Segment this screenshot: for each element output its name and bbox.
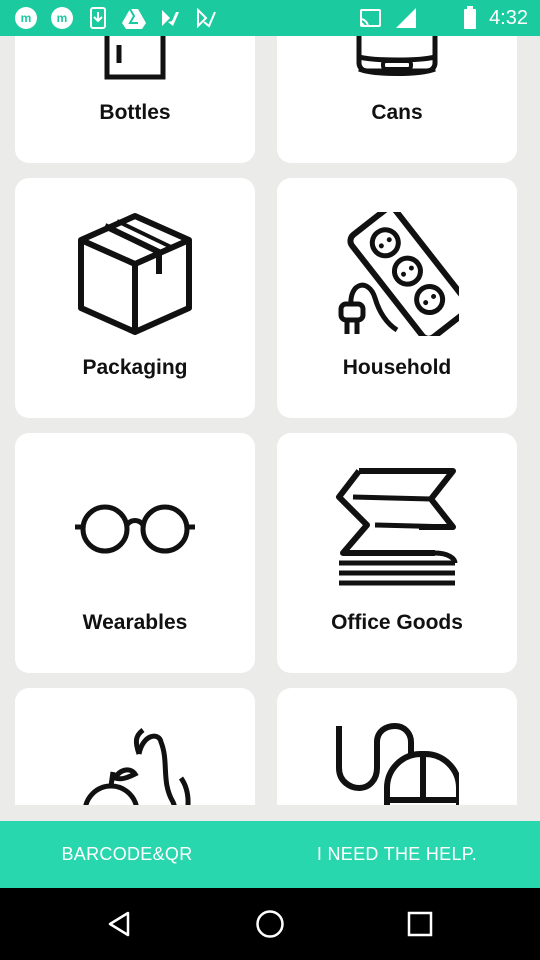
fruit-icon — [15, 722, 255, 805]
status-bar: m m 4:32 — [0, 0, 540, 36]
play-store-icon — [158, 6, 182, 30]
signal-icon — [394, 6, 418, 30]
category-card-electronics[interactable] — [277, 688, 517, 805]
battery-icon — [458, 6, 482, 30]
mouse-icon — [277, 722, 517, 805]
barcode-qr-button[interactable]: BARCODE&QR — [0, 821, 254, 888]
recents-icon[interactable] — [400, 904, 440, 944]
category-card-office-goods[interactable]: Office Goods — [277, 433, 517, 673]
glasses-icon — [15, 467, 255, 591]
power-strip-icon — [277, 212, 517, 336]
clock: 4:32 — [489, 7, 528, 29]
download-icon — [86, 6, 110, 30]
bottom-action-bar: BARCODE&QR I NEED THE HELP. — [0, 821, 540, 888]
can-icon — [277, 36, 517, 81]
bottle-icon — [15, 36, 255, 81]
box-icon — [15, 212, 255, 336]
category-label-wearables: Wearables — [82, 611, 188, 634]
category-label-bottles: Bottles — [99, 101, 171, 124]
m-app-icon-2: m — [50, 6, 74, 30]
category-card-wearables[interactable]: Wearables — [15, 433, 255, 673]
m-app-icon: m — [14, 6, 38, 30]
paper-stack-icon — [277, 467, 517, 591]
category-label-household: Household — [342, 356, 452, 379]
category-label-cans: Cans — [371, 101, 423, 124]
category-card-food[interactable] — [15, 688, 255, 805]
navigation-bar — [0, 888, 540, 960]
category-card-bottles[interactable]: Bottles — [15, 36, 255, 163]
svg-text:m: m — [21, 11, 32, 25]
cast-icon — [358, 6, 382, 30]
category-card-cans[interactable]: Cans — [277, 36, 517, 163]
category-label-office-goods: Office Goods — [331, 611, 463, 634]
drive-icon — [122, 6, 146, 30]
back-icon[interactable] — [100, 904, 140, 944]
home-icon[interactable] — [250, 904, 290, 944]
svg-text:m: m — [57, 11, 68, 25]
category-card-packaging[interactable]: Packaging — [15, 178, 255, 418]
help-button[interactable]: I NEED THE HELP. — [254, 821, 540, 888]
category-card-household[interactable]: Household — [277, 178, 517, 418]
play-store-icon-2 — [194, 6, 218, 30]
category-grid[interactable]: Bottles Cans Packaging Household Wearabl… — [0, 36, 540, 805]
category-label-packaging: Packaging — [82, 356, 188, 379]
